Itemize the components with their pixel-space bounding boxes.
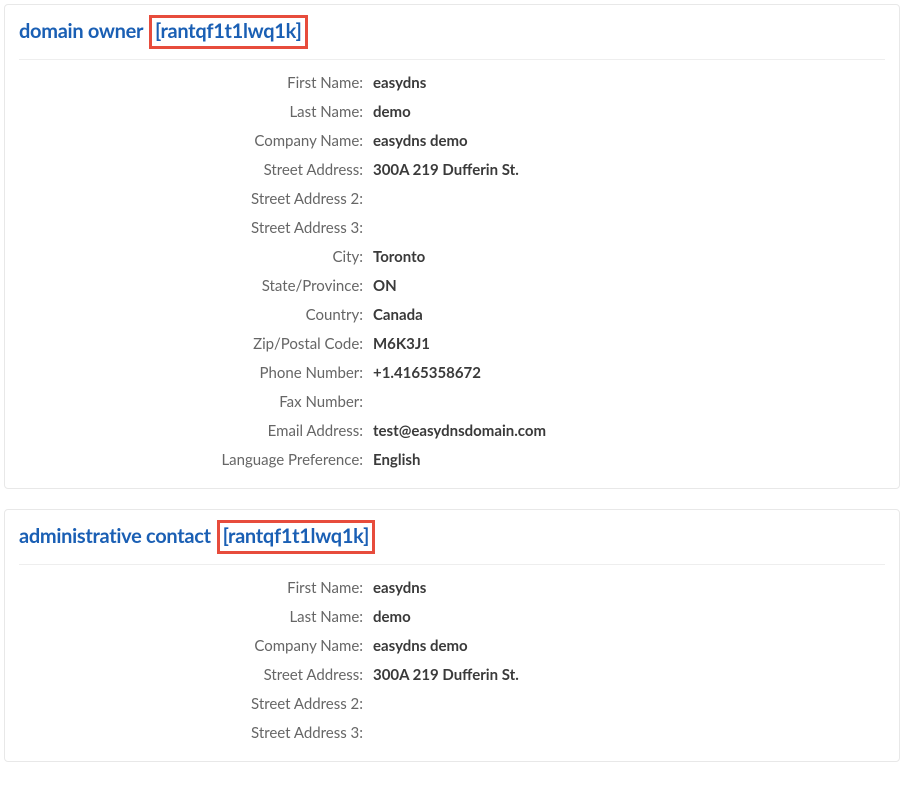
field-row: Street Address 3 (19, 213, 885, 242)
field-value: English (369, 448, 885, 472)
field-row: State/ProvinceON (19, 271, 885, 300)
field-list: First NameeasydnsLast NamedemoCompany Na… (5, 68, 899, 488)
field-label: Street Address 3 (19, 721, 369, 745)
field-value: 300A 219 Dufferin St. (369, 158, 885, 182)
field-row: Last Namedemo (19, 97, 885, 126)
field-value: M6K3J1 (369, 332, 885, 356)
field-row: First Nameeasydns (19, 573, 885, 602)
field-label: Last Name (19, 100, 369, 124)
field-row: Street Address 2 (19, 689, 885, 718)
field-value: easydns demo (369, 634, 885, 658)
field-row: Street Address 3 (19, 718, 885, 747)
field-row: Phone Number+1.4165358672 (19, 358, 885, 387)
panel-title: domain owner (19, 19, 143, 43)
field-label: Street Address (19, 663, 369, 687)
field-row: Street Address 2 (19, 184, 885, 213)
field-row: CityToronto (19, 242, 885, 271)
field-value: +1.4165358672 (369, 361, 885, 385)
contact-id: [rantqf1t1lwq1k] (223, 524, 370, 548)
contact-id-highlight: [rantqf1t1lwq1k] (217, 520, 376, 554)
field-row: Street Address300A 219 Dufferin St. (19, 155, 885, 184)
field-row: First Nameeasydns (19, 68, 885, 97)
field-label: Street Address 2 (19, 187, 369, 211)
field-value: Canada (369, 303, 885, 327)
field-list: First NameeasydnsLast NamedemoCompany Na… (5, 573, 899, 761)
field-value: demo (369, 605, 885, 629)
divider (19, 564, 885, 565)
field-label: Company Name (19, 129, 369, 153)
field-label: First Name (19, 576, 369, 600)
field-label: Street Address 2 (19, 692, 369, 716)
contact-panel: domain owner [rantqf1t1lwq1k]First Namee… (4, 4, 900, 489)
field-row: Language PreferenceEnglish (19, 445, 885, 474)
field-label: First Name (19, 71, 369, 95)
field-row: Company Nameeasydns demo (19, 631, 885, 660)
contact-id-highlight: [rantqf1t1lwq1k] (149, 15, 308, 49)
field-value: 300A 219 Dufferin St. (369, 663, 885, 687)
field-label: Country (19, 303, 369, 327)
field-value: easydns (369, 71, 885, 95)
panel-header: domain owner [rantqf1t1lwq1k] (5, 5, 899, 53)
field-label: Company Name (19, 634, 369, 658)
field-value: easydns demo (369, 129, 885, 153)
field-value: test@easydnsdomain.com (369, 419, 885, 443)
panel-title: administrative contact (19, 524, 211, 548)
field-label: Street Address 3 (19, 216, 369, 240)
field-row: Zip/Postal CodeM6K3J1 (19, 329, 885, 358)
field-label: City (19, 245, 369, 269)
field-label: Phone Number (19, 361, 369, 385)
field-value: Toronto (369, 245, 885, 269)
contact-panel: administrative contact [rantqf1t1lwq1k] F… (4, 509, 900, 762)
field-label: State/Province (19, 274, 369, 298)
divider (19, 59, 885, 60)
field-label: Zip/Postal Code (19, 332, 369, 356)
field-row: Fax Number (19, 387, 885, 416)
field-label: Language Preference (19, 448, 369, 472)
panel-header: administrative contact [rantqf1t1lwq1k] (5, 510, 899, 558)
field-value: ON (369, 274, 885, 298)
field-row: Company Nameeasydns demo (19, 126, 885, 155)
field-label: Last Name (19, 605, 369, 629)
field-value: demo (369, 100, 885, 124)
field-row: CountryCanada (19, 300, 885, 329)
field-row: Street Address300A 219 Dufferin St. (19, 660, 885, 689)
field-label: Email Address (19, 419, 369, 443)
field-label: Fax Number (19, 390, 369, 414)
field-value: easydns (369, 576, 885, 600)
contact-id: [rantqf1t1lwq1k] (155, 19, 302, 43)
field-row: Last Namedemo (19, 602, 885, 631)
field-row: Email Addresstest@easydnsdomain.com (19, 416, 885, 445)
field-label: Street Address (19, 158, 369, 182)
